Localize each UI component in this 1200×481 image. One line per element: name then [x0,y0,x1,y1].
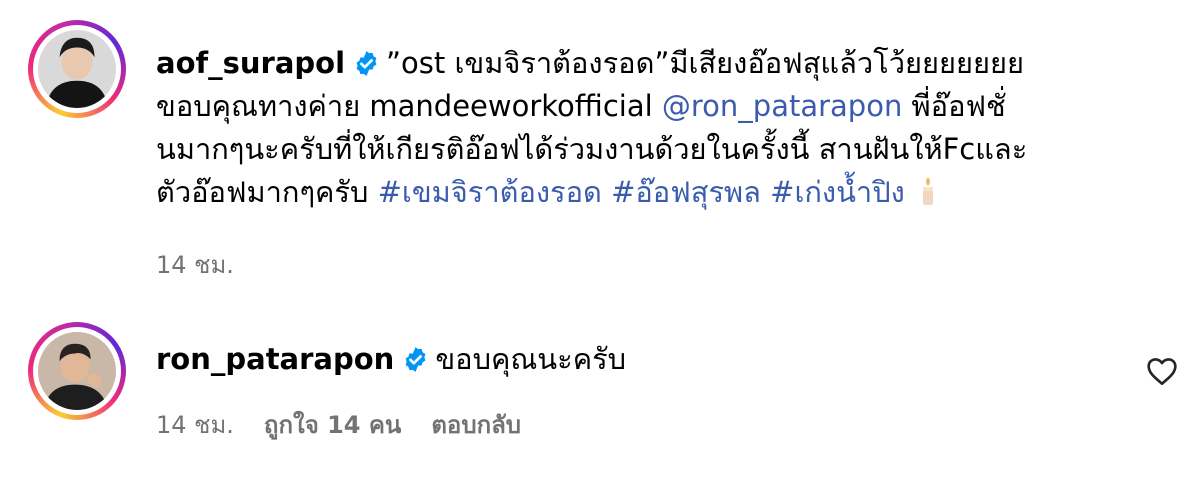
reply-button[interactable]: ตอบกลับ [431,411,521,439]
comment-text: ขอบคุณทางค่าย mandeeworkofficial [156,89,662,123]
comment-timestamp: 14 ชม. [156,411,234,439]
comment-text: ตัวอ๊อฟมากๆครับ [156,175,378,209]
comment-text: ”ost เขมจิราต้องรอด”มีเสียงอ๊อฟสุแล้วโว้… [386,46,1024,80]
comment-text: พี่อ๊อฟชั่ [902,89,1006,123]
mention-link[interactable]: @ron_patarapon [662,89,902,123]
candle-emoji-icon [917,175,939,205]
hashtag-link[interactable]: #เก่งน้ำปิง [770,175,905,209]
verified-badge-icon [353,50,380,77]
avatar-photo [38,30,116,108]
hashtag-link[interactable]: #เขมจิราต้องรอด [378,175,602,209]
heart-icon[interactable] [1146,356,1178,386]
avatar[interactable] [28,322,126,420]
comment-username[interactable]: aof_surapol [156,46,345,80]
avatar-photo [38,332,116,410]
comment-text: ขอบคุณนะครับ [435,342,627,376]
likes-count-link[interactable]: ถูกใจ 14 คน [264,411,401,439]
verified-badge-icon [402,346,429,373]
comment-text: นมากๆนะครับที่ให้เกียรติอ๊อฟได้ร่วมงานด้… [156,132,1028,166]
comment-username[interactable]: ron_patarapon [156,342,394,376]
comment-timestamp: 14 ชม. [156,251,234,279]
hashtag-link[interactable]: #อ๊อฟสุรพล [611,175,761,209]
avatar[interactable] [28,20,126,118]
